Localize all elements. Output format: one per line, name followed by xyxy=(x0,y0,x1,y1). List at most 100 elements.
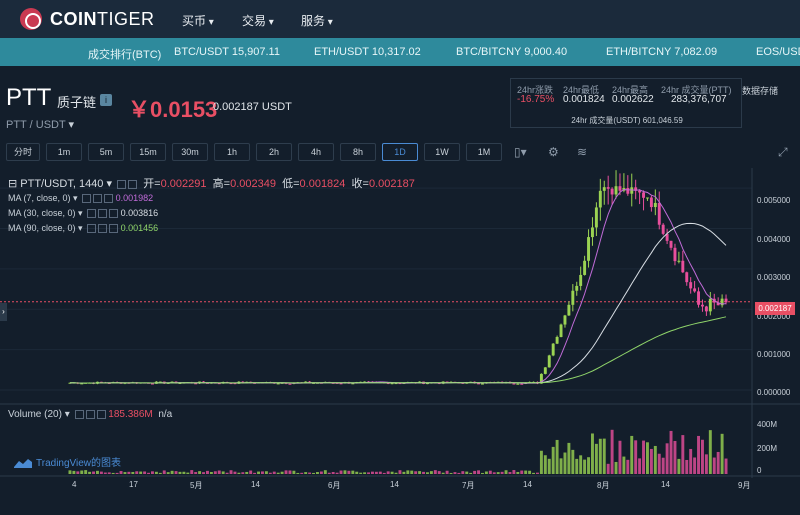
volume-bar xyxy=(194,472,198,474)
interval-30m[interactable]: 30m xyxy=(172,143,208,161)
interval-1m[interactable]: 1m xyxy=(46,143,82,161)
volume-bar xyxy=(335,472,339,474)
volume-bar xyxy=(594,443,598,474)
x-tick: 14 xyxy=(251,480,260,489)
candle-body xyxy=(151,383,154,385)
settings-icon[interactable] xyxy=(128,179,138,189)
ma30-legend[interactable]: MA (30, close, 0) ▾ 0.003816 xyxy=(8,208,158,219)
tradingview-branding[interactable]: TradingView的图表 xyxy=(14,454,121,469)
interval-8h[interactable]: 8h xyxy=(340,143,376,161)
collapse-toggle-icon[interactable]: ⊟ xyxy=(8,178,17,190)
ticker-item[interactable]: EOS/USDT xyxy=(756,46,800,58)
fullscreen-icon[interactable]: ⤢ xyxy=(778,145,788,160)
volume-legend[interactable]: Volume (20) ▾ 185.386M n/a xyxy=(8,409,172,420)
candle-body xyxy=(390,383,394,385)
volume-bar xyxy=(80,470,84,474)
volume-bar xyxy=(520,470,524,474)
volume-bar xyxy=(559,458,563,474)
volume-bar xyxy=(712,457,716,474)
interval-5m[interactable]: 5m xyxy=(88,143,124,161)
interval-1h[interactable]: 1h xyxy=(214,143,250,161)
volume-bar xyxy=(630,435,634,474)
candle-body xyxy=(724,298,728,303)
volume-bar xyxy=(708,430,712,474)
ticker-item[interactable]: ETH/BITCNY 7,082.09 xyxy=(606,46,717,58)
volume-tick: 0 xyxy=(757,466,762,475)
ma30-line xyxy=(69,222,727,384)
ticker-item[interactable]: BTC/BITCNY 9,000.40 xyxy=(456,46,567,58)
volume-bar xyxy=(327,472,331,474)
volume-bar xyxy=(182,471,186,474)
side-collapse-handle[interactable]: › xyxy=(0,303,7,321)
interval-4h[interactable]: 4h xyxy=(298,143,334,161)
high-value: 0.002622 xyxy=(612,94,654,105)
nav-buy-coin[interactable]: 买币 xyxy=(182,12,214,29)
chart-title[interactable]: PTT/USDT, 1440 xyxy=(20,178,103,190)
volume-bar xyxy=(319,471,323,474)
logo-text: COINTIGER xyxy=(50,8,155,29)
interval-1d[interactable]: 1D xyxy=(382,143,418,161)
x-tick: 4 xyxy=(72,480,77,489)
eye-icon[interactable] xyxy=(117,179,127,189)
candle-body xyxy=(276,383,280,385)
volume-bar xyxy=(213,471,217,474)
interval-1month[interactable]: 1M xyxy=(466,143,502,161)
nav-trade[interactable]: 交易 xyxy=(242,12,274,29)
volume-bar xyxy=(166,472,170,474)
volume-bar xyxy=(602,438,606,474)
volume-bar xyxy=(284,470,288,474)
volume-bar xyxy=(276,472,280,474)
interval-1w[interactable]: 1W xyxy=(424,143,460,161)
volume-bar xyxy=(422,471,425,474)
candle-body xyxy=(288,383,292,385)
candle-body xyxy=(708,298,712,312)
logo[interactable]: COINTIGER xyxy=(20,8,155,30)
volume-bar xyxy=(661,457,665,474)
volume-bar xyxy=(441,472,445,474)
volume-bar xyxy=(724,458,728,474)
ma7-legend[interactable]: MA (7, close, 0) ▾ 0.001982 xyxy=(8,193,153,204)
volume-bar xyxy=(103,472,107,474)
volume-bar xyxy=(477,470,480,474)
ticker-rank[interactable]: 成交排行(BTC) xyxy=(88,46,161,62)
volume-bar xyxy=(551,446,555,474)
volume-bar xyxy=(123,472,127,474)
volume-bar xyxy=(492,472,496,474)
indicators-icon[interactable]: ≋ xyxy=(577,145,587,159)
volume-bar xyxy=(312,472,315,474)
candle-body xyxy=(630,187,634,194)
volume-bar xyxy=(394,472,398,474)
candle-body xyxy=(697,291,700,305)
low-value: 0.001824 xyxy=(563,94,605,105)
volume-bar xyxy=(445,470,449,474)
x-tick: 8月 xyxy=(597,481,610,490)
ticker-item[interactable]: BTC/USDT 15,907.11 xyxy=(174,46,280,58)
info-icon[interactable]: i xyxy=(100,94,112,106)
candle-body xyxy=(563,315,567,325)
interval-15m[interactable]: 15m xyxy=(130,143,166,161)
ma90-legend[interactable]: MA (90, close, 0) ▾ 0.001456 xyxy=(8,223,158,234)
candle-body xyxy=(571,290,575,305)
candle-body xyxy=(649,197,653,208)
volume-bar xyxy=(583,459,587,474)
volume-bar xyxy=(367,472,370,474)
gear-icon[interactable]: ⚙ xyxy=(548,145,559,159)
data-store-button[interactable]: 数据存储 xyxy=(742,84,778,97)
pair-selector[interactable]: PTT / USDT xyxy=(6,118,74,131)
volume-bar xyxy=(591,433,594,474)
volume-bar xyxy=(264,471,268,474)
candle-body xyxy=(661,224,665,234)
nav-services[interactable]: 服务 xyxy=(301,12,333,29)
candle-body xyxy=(653,202,657,208)
interval-timeline[interactable]: 分时 xyxy=(6,143,40,161)
candle-body xyxy=(477,383,480,385)
volume-bar xyxy=(681,435,685,474)
volume-bar xyxy=(115,472,119,474)
candle-body xyxy=(594,207,598,228)
candle-type-icon[interactable]: ▯▾ xyxy=(514,145,527,159)
ticker-item[interactable]: ETH/USDT 10,317.02 xyxy=(314,46,421,58)
volume-bar xyxy=(351,470,355,474)
interval-2h[interactable]: 2h xyxy=(256,143,292,161)
volume-bar xyxy=(543,455,547,474)
volume-bar xyxy=(257,471,260,474)
